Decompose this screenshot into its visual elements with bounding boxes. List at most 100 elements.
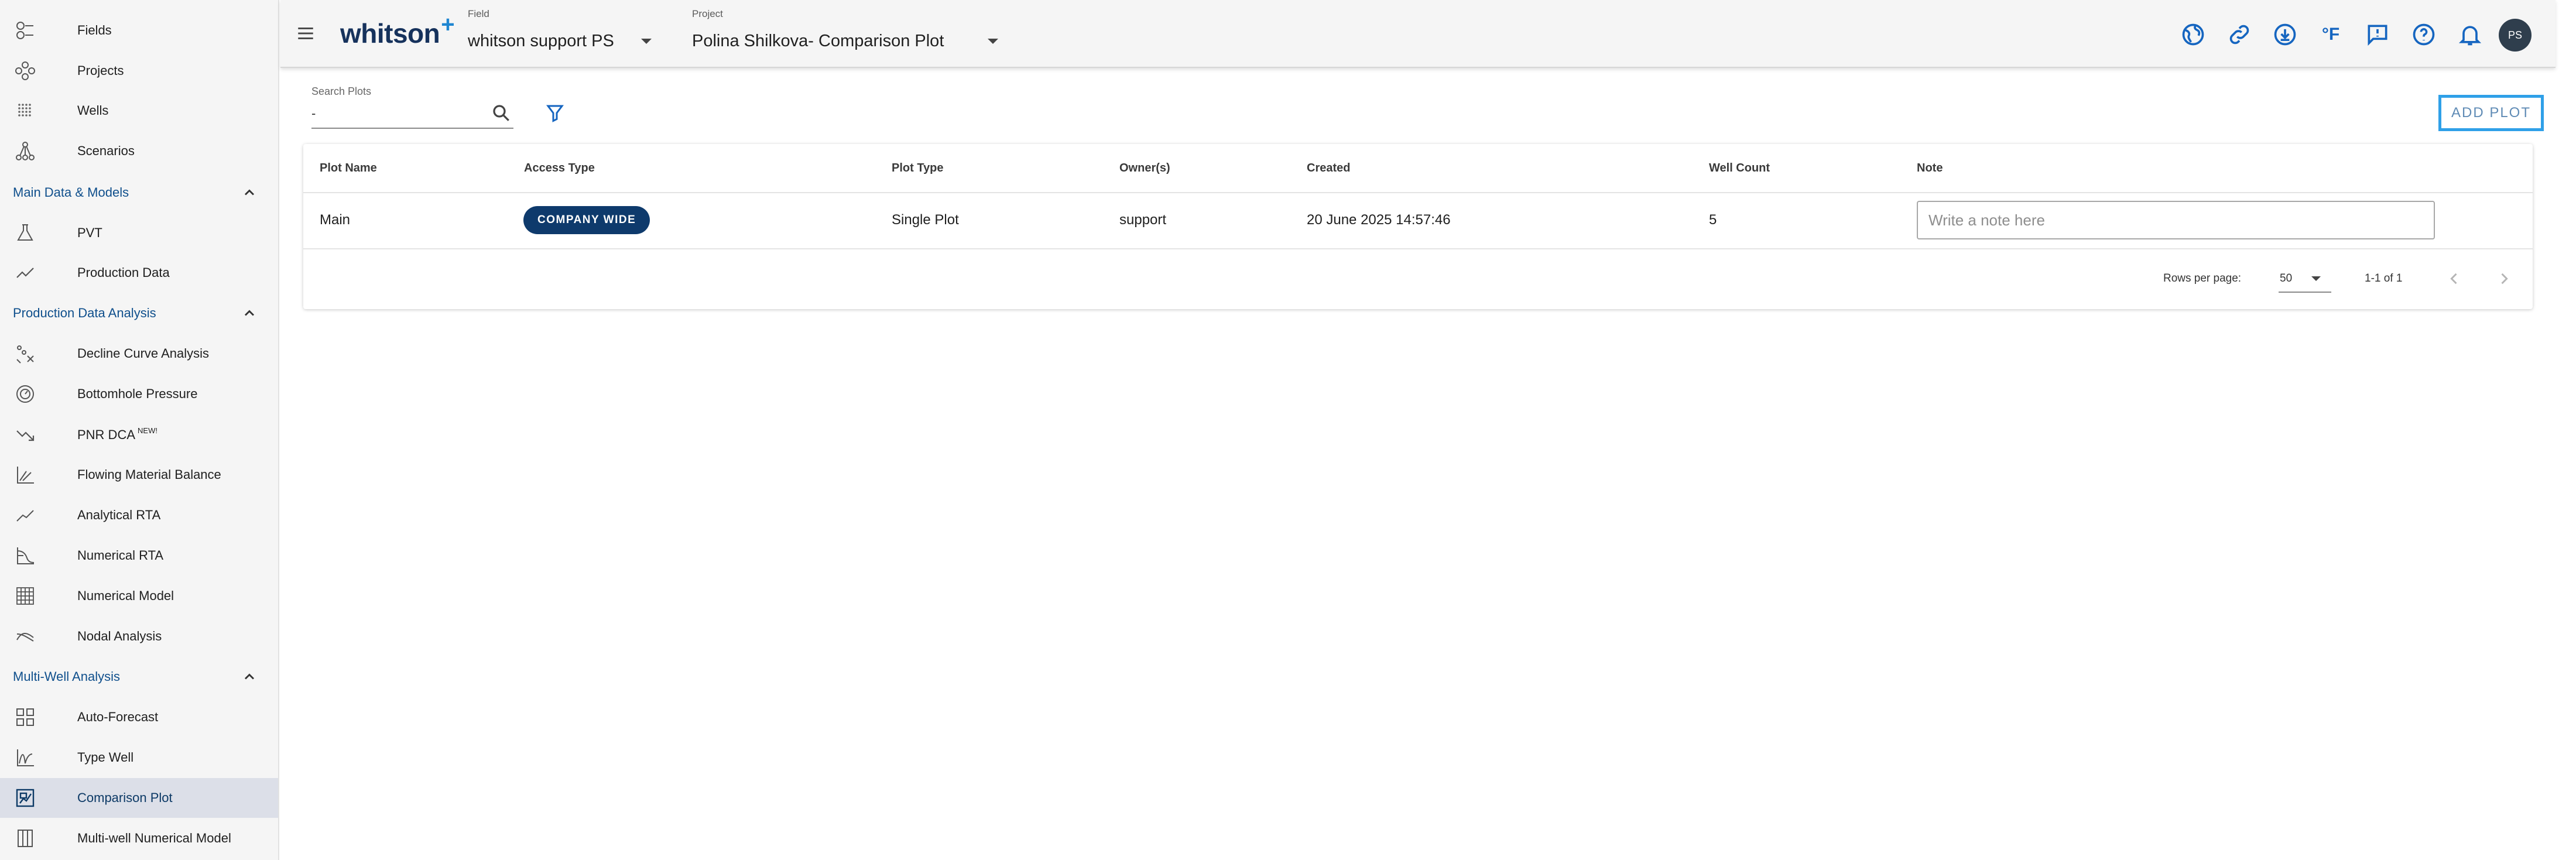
column-header-well-count[interactable]: Well Count bbox=[1709, 162, 1770, 175]
fahrenheit-icon[interactable]: °F bbox=[2317, 20, 2345, 49]
comparison-plot-icon bbox=[14, 787, 36, 808]
sidebar-item-decline-curve-analysis[interactable]: Decline Curve Analysis bbox=[0, 334, 278, 374]
field-selector-value[interactable]: whitson support PS bbox=[468, 32, 614, 51]
section-title: Multi-Well Analysis bbox=[13, 669, 120, 684]
rows-per-page-label: Rows per page: bbox=[2163, 272, 2242, 285]
sidebar-item-nodal-analysis[interactable]: Nodal Analysis bbox=[0, 616, 278, 656]
link-icon[interactable] bbox=[2225, 20, 2253, 49]
nodal-curves-icon bbox=[14, 626, 36, 647]
row-divider bbox=[303, 248, 2533, 249]
section-main-data-models[interactable]: Main Data & Models bbox=[0, 174, 278, 211]
logo-plus: + bbox=[441, 12, 455, 37]
rows-per-page-caret-icon bbox=[2311, 276, 2321, 281]
column-header-plot-type[interactable]: Plot Type bbox=[892, 162, 944, 175]
sidebar-item-label: PVT bbox=[77, 225, 102, 240]
sidebar-item-flowing-material-balance[interactable]: Flowing Material Balance bbox=[0, 455, 278, 495]
scenarios-icon bbox=[14, 141, 36, 162]
filter-icon[interactable] bbox=[544, 102, 566, 124]
sidebar-item-label: PNR DCA NEW! bbox=[77, 426, 157, 443]
columns-icon bbox=[14, 828, 36, 849]
globe-icon[interactable] bbox=[2179, 20, 2207, 49]
chevron-up-icon bbox=[244, 189, 255, 196]
chevron-left-icon[interactable] bbox=[2446, 270, 2462, 287]
project-selector-value[interactable]: Polina Shilkova- Comparison Plot bbox=[692, 32, 944, 51]
sidebar-item-projects[interactable]: Projects bbox=[0, 51, 278, 91]
sidebar-item-analytical-rta[interactable]: Analytical RTA bbox=[0, 495, 278, 535]
sidebar-item-label: Decline Curve Analysis bbox=[77, 346, 209, 361]
new-badge: NEW! bbox=[138, 426, 157, 435]
analytical-rta-icon bbox=[14, 505, 36, 526]
header-divider bbox=[303, 192, 2533, 193]
units-toggle-text: °F bbox=[2321, 25, 2340, 44]
sidebar-item-label: Auto-Forecast bbox=[77, 710, 159, 724]
projects-icon bbox=[14, 60, 36, 81]
column-header-created[interactable]: Created bbox=[1307, 162, 1350, 175]
logo-text: whitson bbox=[340, 18, 440, 49]
sidebar-item-label: Flowing Material Balance bbox=[77, 467, 221, 482]
sidebar-item-fields[interactable]: Fields bbox=[0, 11, 278, 50]
sidebar-item-pnr-dca[interactable]: PNR DCA NEW! bbox=[0, 414, 278, 454]
decline-curve-icon bbox=[14, 343, 36, 364]
pnr-dca-label: PNR DCA bbox=[77, 427, 136, 442]
column-header-owners[interactable]: Owner(s) bbox=[1119, 162, 1170, 175]
numerical-rta-icon bbox=[14, 545, 36, 566]
sidebar-item-label: Comparison Plot bbox=[77, 790, 173, 805]
section-production-data-analysis[interactable]: Production Data Analysis bbox=[0, 294, 278, 332]
sidebar-item-label: Nodal Analysis bbox=[77, 629, 162, 643]
access-type-chip: COMPANY WIDE bbox=[523, 206, 650, 234]
search-plots-input[interactable] bbox=[311, 100, 513, 129]
sidebar-item-label: Production Data bbox=[77, 265, 170, 280]
sidebar-item-multi-well-numerical-model[interactable]: Multi-well Numerical Model bbox=[0, 818, 278, 858]
sidebar-item-label: Numerical Model bbox=[77, 588, 174, 603]
hamburger-menu-icon[interactable] bbox=[296, 23, 316, 43]
bell-icon[interactable] bbox=[2456, 20, 2484, 49]
sidebar-item-type-well[interactable]: Type Well bbox=[0, 738, 278, 777]
sidebar-item-numerical-model[interactable]: Numerical Model bbox=[0, 576, 278, 616]
top-bar: whitson+ Field whitson support PS Projec… bbox=[280, 0, 2556, 68]
grid-model-icon bbox=[14, 585, 36, 607]
user-avatar[interactable]: PS bbox=[2499, 19, 2532, 52]
flask-icon bbox=[14, 222, 36, 244]
add-plot-button[interactable]: ADD PLOT bbox=[2438, 95, 2544, 131]
section-title: Production Data Analysis bbox=[13, 306, 156, 320]
avatar-initials: PS bbox=[2508, 29, 2522, 41]
help-icon[interactable] bbox=[2410, 20, 2438, 49]
sidebar-item-label: Projects bbox=[77, 63, 124, 78]
feedback-icon[interactable] bbox=[2363, 20, 2392, 49]
chevron-up-icon bbox=[244, 673, 255, 680]
sidebar-item-numerical-rta[interactable]: Numerical RTA bbox=[0, 536, 278, 575]
column-header-plot-name[interactable]: Plot Name bbox=[320, 162, 377, 175]
cell-well-count: 5 bbox=[1709, 212, 1717, 228]
sidebar-item-label: Scenarios bbox=[77, 143, 135, 158]
sidebar-item-production-data[interactable]: Production Data bbox=[0, 253, 278, 293]
tiles-icon bbox=[14, 707, 36, 728]
sidebar-item-scenarios[interactable]: Scenarios bbox=[0, 131, 278, 171]
rows-per-page-value: 50 bbox=[2280, 272, 2293, 285]
down-trend-icon bbox=[14, 424, 36, 445]
cell-owners: support bbox=[1119, 212, 1167, 228]
sidebar-item-comparison-plot[interactable]: Comparison Plot bbox=[0, 778, 278, 818]
column-header-access-type[interactable]: Access Type bbox=[524, 162, 595, 175]
search-icon[interactable] bbox=[491, 102, 512, 124]
field-dropdown-caret-icon[interactable] bbox=[641, 39, 652, 44]
cell-plot-name[interactable]: Main bbox=[320, 212, 350, 228]
sidebar-item-auto-forecast[interactable]: Auto-Forecast bbox=[0, 697, 278, 737]
cell-plot-type: Single Plot bbox=[892, 212, 959, 228]
column-header-note[interactable]: Note bbox=[1917, 162, 1943, 175]
chevron-right-icon[interactable] bbox=[2496, 270, 2512, 287]
rows-per-page-select[interactable]: 50 bbox=[2279, 263, 2331, 293]
sidebar-item-wells[interactable]: Wells bbox=[0, 91, 278, 131]
whitson-logo[interactable]: whitson+ bbox=[340, 12, 455, 49]
type-well-icon bbox=[14, 747, 36, 768]
sidebar-item-bottomhole-pressure[interactable]: Bottomhole Pressure bbox=[0, 374, 278, 414]
section-multi-well-analysis[interactable]: Multi-Well Analysis bbox=[0, 658, 278, 695]
search-plots-label: Search Plots bbox=[311, 85, 372, 97]
section-title: Main Data & Models bbox=[13, 185, 129, 200]
project-dropdown-caret-icon[interactable] bbox=[988, 39, 998, 44]
project-selector-label: Project bbox=[692, 8, 723, 19]
sidebar: Fields Projects Wells Scenarios Main Dat… bbox=[0, 0, 279, 860]
sidebar-item-pvt[interactable]: PVT bbox=[0, 213, 278, 253]
note-input[interactable] bbox=[1917, 201, 2435, 239]
download-icon[interactable] bbox=[2271, 20, 2299, 49]
sidebar-item-label: Analytical RTA bbox=[77, 508, 161, 522]
